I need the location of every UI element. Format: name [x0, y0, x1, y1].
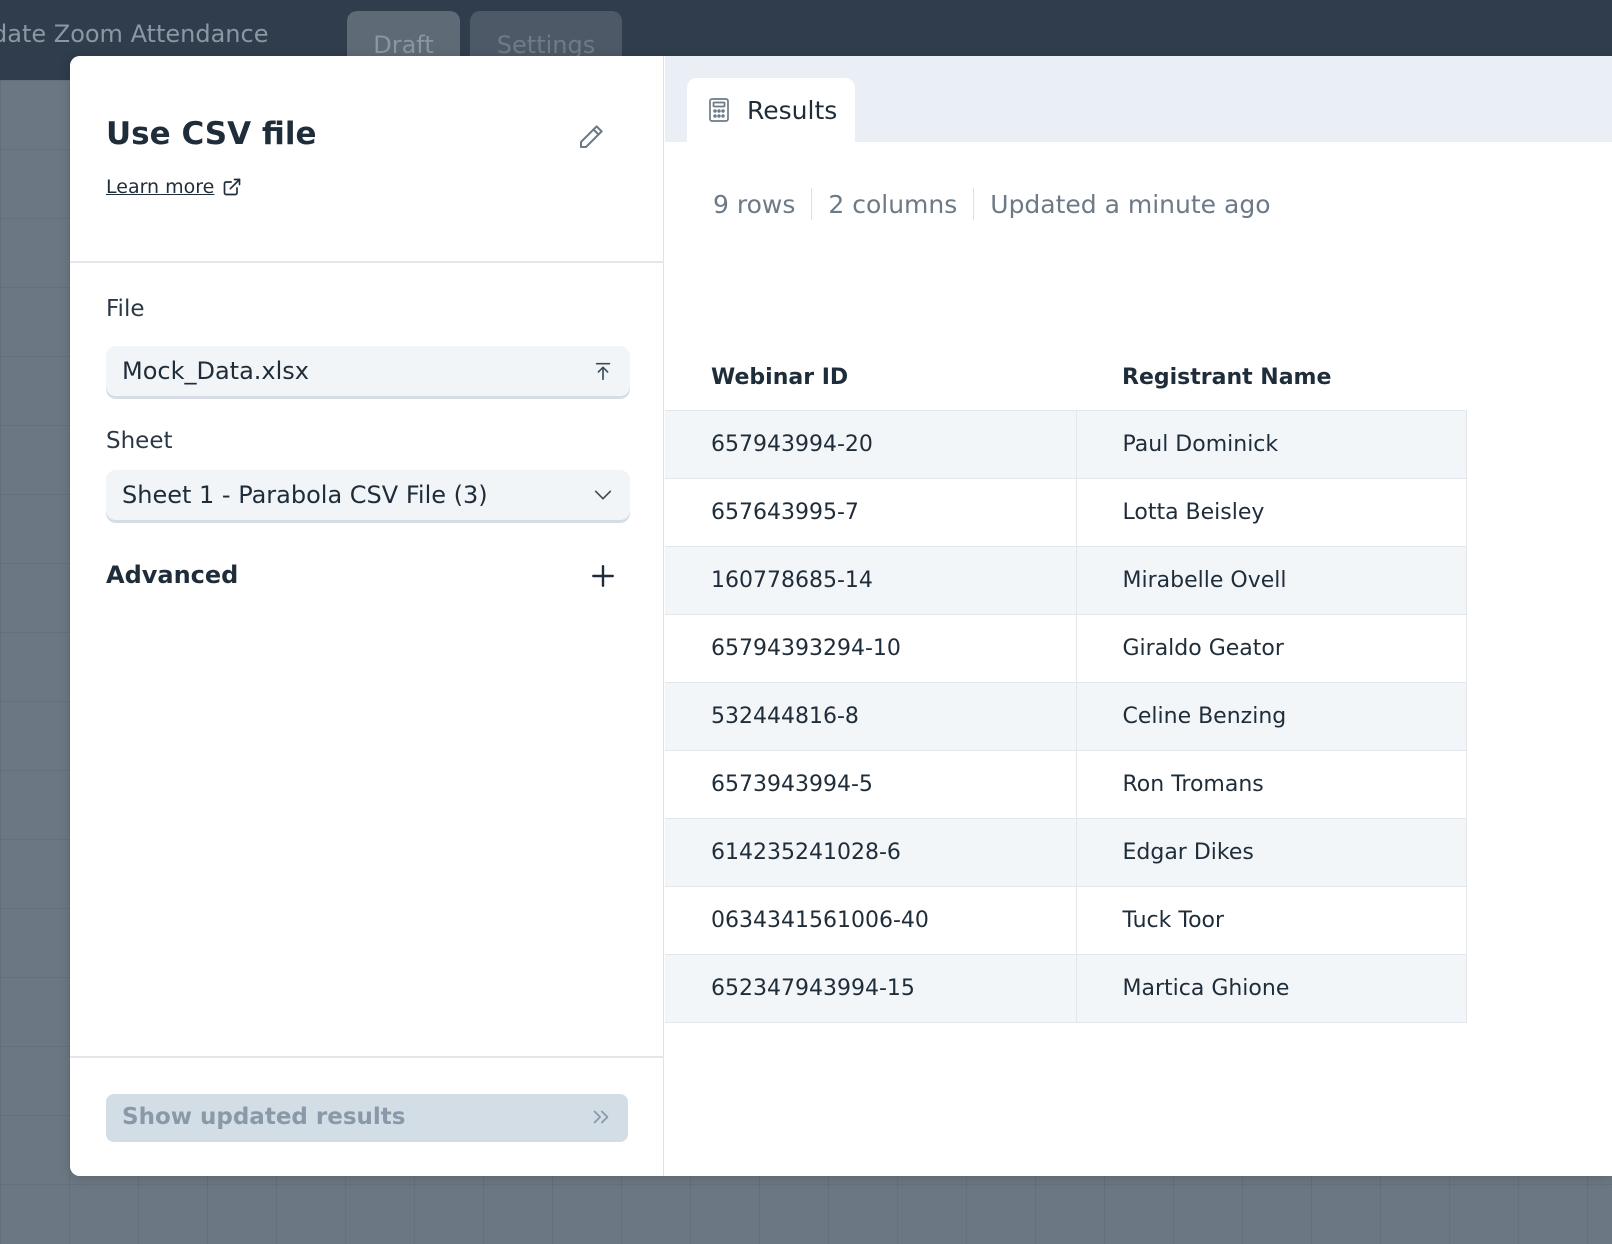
cell-registrant-name[interactable]: Martica Ghione [1076, 954, 1467, 1023]
table-row: 160778685-14 Mirabelle Ovell [665, 546, 1467, 615]
cell-webinar-id[interactable]: 0634341561006-40 [665, 886, 1077, 955]
app-root: date Zoom Attendance Draft Settings Use … [0, 0, 1612, 1244]
show-updated-results-button[interactable]: Show updated results [106, 1094, 628, 1142]
cell-webinar-id[interactable]: 657943994-20 [665, 410, 1077, 479]
table-row: 657643995-7 Lotta Beisley [665, 478, 1467, 547]
rows-count: 9 rows [713, 189, 796, 219]
cell-registrant-name[interactable]: Lotta Beisley [1076, 478, 1467, 547]
results-table: Webinar ID Registrant Name 657943994-20 P… [665, 346, 1467, 1023]
advanced-label: Advanced [106, 561, 239, 589]
tab-results-label: Results [747, 95, 838, 125]
show-updated-results-label: Show updated results [122, 1104, 406, 1130]
step-settings-modal: Use CSV file Learn more File Mock_Data.x… [70, 56, 1612, 1176]
column-header-registrant-name[interactable]: Registrant Name [1076, 346, 1467, 411]
sheet-value: Sheet 1 - Parabola CSV File (3) [122, 481, 488, 509]
column-header-webinar-id[interactable]: Webinar ID [665, 346, 1076, 411]
results-panel: Results 9 rows 2 columns Updated a minut… [665, 56, 1612, 1176]
results-tabstrip: Results [665, 56, 1612, 142]
sheet-select[interactable]: Sheet 1 - Parabola CSV File (3) [106, 470, 630, 520]
cell-registrant-name[interactable]: Mirabelle Ovell [1076, 546, 1467, 615]
file-value: Mock_Data.xlsx [122, 357, 309, 385]
cell-webinar-id[interactable]: 532444816-8 [665, 682, 1077, 751]
cell-webinar-id[interactable]: 614235241028-6 [665, 818, 1077, 887]
sheet-label: Sheet [106, 428, 173, 454]
cell-webinar-id[interactable]: 652347943994-15 [665, 954, 1077, 1023]
cell-webinar-id[interactable]: 65794393294-10 [665, 614, 1077, 683]
cell-registrant-name[interactable]: Celine Benzing [1076, 682, 1467, 751]
settings-panel: Use CSV file Learn more File Mock_Data.x… [70, 56, 664, 1176]
double-chevron-right-icon [593, 1110, 609, 1124]
table-row: 6573943994-5 Ron Tromans [665, 750, 1467, 819]
cell-webinar-id[interactable]: 657643995-7 [665, 478, 1077, 547]
table-row: 614235241028-6 Edgar Dikes [665, 818, 1467, 887]
external-link-icon [224, 178, 241, 196]
cell-registrant-name[interactable]: Tuck Toor [1076, 886, 1467, 955]
pencil-icon[interactable] [576, 122, 606, 152]
learn-more-link[interactable]: Learn more [106, 176, 242, 198]
columns-count: 2 columns [828, 189, 958, 219]
cell-registrant-name[interactable]: Paul Dominick [1076, 410, 1467, 479]
table-row: 0634341561006-40 Tuck Toor [665, 886, 1467, 955]
table-row: 652347943994-15 Martica Ghione [665, 954, 1467, 1023]
flow-title: date Zoom Attendance [0, 20, 269, 48]
panel-title: Use CSV file [106, 116, 317, 152]
table-header-row: Webinar ID Registrant Name [665, 346, 1467, 411]
cell-webinar-id[interactable]: 6573943994-5 [665, 750, 1077, 819]
advanced-toggle[interactable]: Advanced [106, 561, 616, 597]
table-row: 65794393294-10 Giraldo Geator [665, 614, 1467, 683]
upload-icon[interactable] [592, 360, 614, 382]
cell-registrant-name[interactable]: Giraldo Geator [1076, 614, 1467, 683]
cell-registrant-name[interactable]: Edgar Dikes [1076, 818, 1467, 887]
results-meta: 9 rows 2 columns Updated a minute ago [713, 188, 1271, 220]
plus-icon[interactable] [590, 563, 616, 589]
table-row: 532444816-8 Celine Benzing [665, 682, 1467, 751]
cell-webinar-id[interactable]: 160778685-14 [665, 546, 1077, 615]
settings-footer: Show updated results [70, 1056, 664, 1176]
tab-results[interactable]: Results [687, 78, 855, 142]
updated-time: Updated a minute ago [990, 189, 1271, 219]
file-field[interactable]: Mock_Data.xlsx [106, 346, 630, 396]
meta-divider [811, 188, 813, 220]
file-label: File [106, 296, 145, 322]
chevron-down-icon [594, 490, 612, 500]
results-table-body: 657943994-20 Paul Dominick 657643995-7 Lott… [665, 410, 1467, 1023]
settings-header: Use CSV file Learn more [70, 56, 664, 263]
table-row: 657943994-20 Paul Dominick [665, 410, 1467, 479]
calculator-icon [709, 98, 729, 122]
meta-divider [973, 188, 975, 220]
cell-registrant-name[interactable]: Ron Tromans [1076, 750, 1467, 819]
learn-more-label: Learn more [106, 176, 215, 198]
